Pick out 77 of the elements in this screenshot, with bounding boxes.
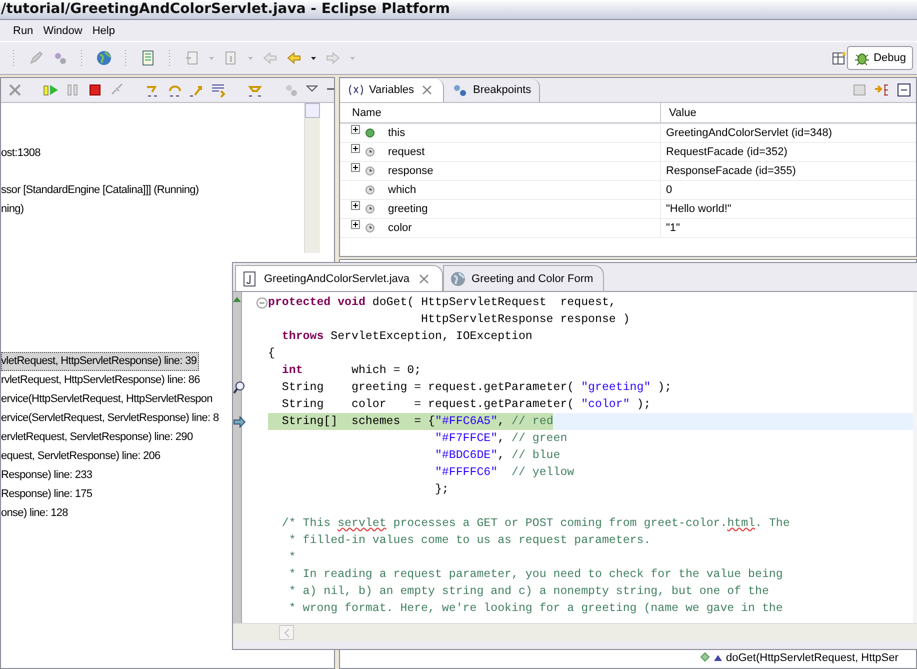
forward-arrow-icon[interactable] — [325, 50, 341, 66]
document-icon[interactable] — [140, 50, 156, 66]
editor-tab[interactable]: GreetingAndColorServlet.java — [235, 265, 443, 291]
code-line: * — [288, 550, 297, 566]
select-columns-icon[interactable] — [852, 82, 868, 98]
horizontal-scrollbar[interactable] — [233, 623, 917, 641]
variable-value: GreetingAndColorServlet (id=348) — [660, 123, 916, 142]
stack-frame-row[interactable]: ervice(HttpServletRequest, HttpServletRespon — [1, 390, 214, 409]
editor-tab[interactable]: Greeting and Color Form — [442, 265, 604, 291]
back-arrow-icon[interactable] — [262, 50, 278, 66]
globe-icon[interactable] — [96, 50, 112, 66]
code-line: HttpServletResponse response ) — [420, 312, 631, 328]
code-line: protected void doGet( HttpServletRequest request, — [268, 295, 617, 311]
variable-name: which — [388, 184, 416, 196]
code-line: /* This servlet processes a GET or POST coming from greet-color.html. The — [280, 516, 791, 532]
variable-value: "Hello world!" — [660, 200, 916, 218]
variable-name: request — [388, 146, 425, 158]
java-file-icon — [242, 270, 258, 286]
variable-value: RequestFacade (id=352) — [660, 142, 916, 162]
view-tab[interactable]: Variables — [340, 78, 444, 102]
code-line: throws ServletException, IOException — [280, 329, 534, 345]
stack-frame-row[interactable]: ervice(ServletRequest, ServletResponse) line: 8 — [1, 409, 221, 428]
menu-item[interactable]: Run — [8, 22, 38, 38]
code-line: * filled-in values come to us as request parameters. — [288, 533, 652, 549]
code-line: }; — [434, 482, 450, 498]
stack-frame-row[interactable]: rvletRequest, HttpServletResponse) line: 86 — [1, 371, 202, 390]
variable-name: this — [388, 127, 406, 139]
drop-to-frame-icon[interactable] — [211, 82, 227, 98]
menu-item[interactable]: Help — [87, 22, 120, 38]
outline-item[interactable]: doGet(HttpServletRequest, HttpSer — [726, 652, 898, 664]
code-line: "#F7FFCE", // green — [434, 431, 568, 447]
variable-value: ResponseFacade (id=355) — [660, 162, 916, 180]
instruction-pointer-icon — [232, 414, 246, 430]
back-arrow-icon[interactable] — [286, 50, 302, 66]
menu-item[interactable]: Window — [38, 22, 88, 38]
globe-icon — [450, 270, 466, 286]
stack-frame-row[interactable]: ssor [StandardEngine [Catalina]]] (Running) — [1, 181, 201, 200]
variable-value: "1" — [660, 218, 916, 238]
code-line: * In reading a request parameter, you need to check for the value being — [288, 567, 784, 583]
variables-icon — [348, 82, 364, 98]
stack-frame-row[interactable]: vletRequest, HttpServletResponse) line: 39 — [1, 352, 199, 371]
variable-name: color — [388, 222, 412, 234]
variable-value: 0 — [660, 180, 916, 200]
code-line: String greeting = request.getParameter( "greeting" ); — [280, 380, 673, 396]
remove-terminated-icon[interactable] — [7, 82, 23, 98]
code-line: "#FFFFC6" // yellow — [434, 465, 576, 481]
code-line: "#BDC6DE", // blue — [434, 448, 562, 464]
terminate-icon[interactable] — [87, 82, 103, 98]
stack-frame-row[interactable]: ervletRequest, ServletResponse) line: 290 — [1, 428, 195, 447]
view-tab[interactable]: Breakpoints — [444, 78, 540, 102]
code-line: { — [268, 346, 276, 362]
vertical-scrollbar[interactable] — [304, 103, 320, 253]
magnifier-icon — [232, 380, 246, 396]
show-type-names-icon[interactable] — [874, 82, 890, 98]
stack-frame-row[interactable]: ning) — [1, 200, 26, 219]
code-line: * wrong format. Here, we're looking for a greeting (name we gave in the — [288, 601, 784, 617]
collapse-all-icon[interactable] — [896, 82, 912, 98]
stack-frame-row[interactable]: Response) line: 175 — [1, 485, 94, 504]
stack-frame-row[interactable]: ost:1308 — [1, 144, 42, 163]
stack-frame-row[interactable]: Response) line: 233 — [1, 466, 94, 485]
debug-perspective-button[interactable]: Debug — [846, 46, 913, 70]
collapse-icon[interactable] — [256, 294, 268, 310]
variable-name: greeting — [388, 203, 428, 215]
window-title: /tutorial/GreetingAndColorServlet.java - Eclipse Platform — [0, 1, 450, 17]
code-line: int which = 0; — [280, 363, 422, 379]
code-line: * a) nil, b) an empty string and c) a nonempty string, but one of the — [288, 584, 770, 600]
pencil-icon[interactable] — [28, 50, 44, 66]
variable-name: response — [388, 165, 434, 177]
breakpoints-icon — [452, 82, 468, 98]
open-perspective-icon[interactable] — [830, 50, 847, 66]
column-header[interactable]: Value — [660, 103, 916, 123]
code-line: String color = request.getParameter( "color" ); — [280, 397, 652, 413]
resume-icon[interactable] — [43, 82, 59, 98]
column-header[interactable]: Name — [340, 103, 660, 123]
stack-frame-row[interactable]: onse) line: 128 — [1, 504, 70, 523]
scroll-left-icon — [282, 628, 290, 638]
stack-frame-row[interactable]: equest, ServletResponse) line: 206 — [1, 447, 162, 466]
